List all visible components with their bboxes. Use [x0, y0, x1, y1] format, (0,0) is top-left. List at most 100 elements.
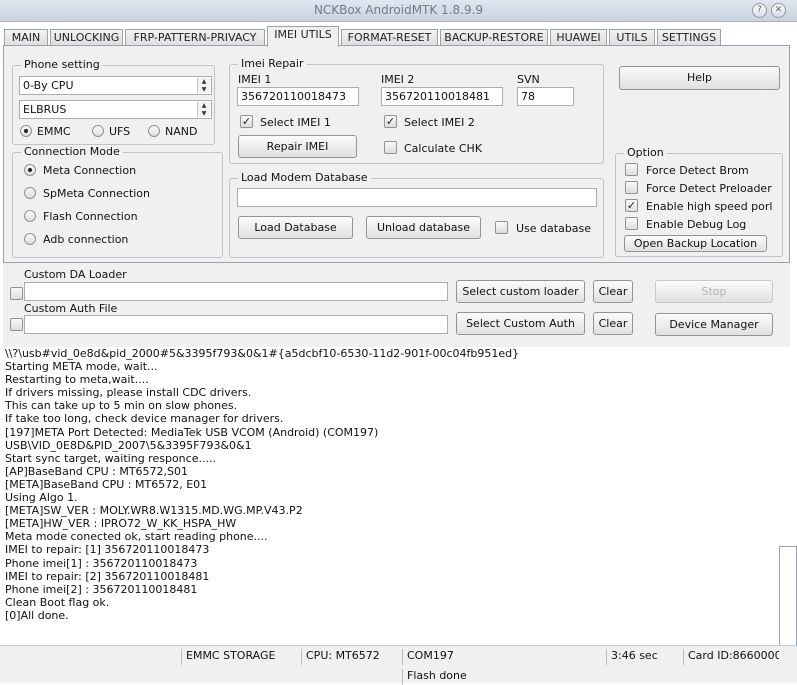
enable-high-speed-port-label: Enable high speed porl [646, 200, 773, 213]
connection-mode-group: Connection Mode Meta Connection SpMeta C… [12, 145, 223, 258]
storage-ufs-radio[interactable] [92, 125, 104, 137]
log-line: Restarting to meta,wait.... [5, 373, 149, 387]
log-line: [META]SW_VER : MOLY.WR8.W1315.MD.WG.MP.V… [5, 504, 303, 518]
tab-format-reset[interactable]: FORMAT-RESET [341, 29, 438, 46]
log-line: If drivers missing, please install CDC d… [5, 386, 252, 400]
select-imei2-checkbox[interactable]: ✓ [384, 115, 397, 128]
enable-debug-log-label: Enable Debug Log [646, 218, 747, 231]
model-select[interactable]: ELBRUS ▲ ▼ [19, 100, 212, 119]
tab-backup-restore[interactable]: BACKUP-RESTORE [440, 29, 548, 46]
device-manager-button[interactable]: Device Manager [655, 313, 773, 336]
load-database-button[interactable]: Load Database [238, 216, 353, 239]
log-line: [0]All done. [5, 608, 69, 622]
tab-bar: MAIN UNLOCKING FRP-PATTERN-PRIVACY IMEI … [0, 25, 797, 47]
select-custom-auth-button[interactable]: Select Custom Auth [456, 312, 585, 335]
force-detect-brom-label: Force Detect Brom [646, 164, 749, 177]
modem-db-group: Load Modem Database Load Database Unload… [229, 171, 604, 258]
custom-auth-checkbox[interactable] [10, 318, 23, 331]
phone-setting-title: Phone setting [21, 58, 103, 71]
status-port: COM197 [402, 649, 604, 665]
tab-huawei[interactable]: HUAWEI [550, 29, 607, 46]
log-line: Starting META mode, wait... [5, 360, 158, 374]
tab-main[interactable]: MAIN [4, 29, 48, 46]
spmeta-connection-radio[interactable] [24, 187, 36, 199]
tab-imei-utils[interactable]: IMEI UTILS [267, 26, 339, 47]
clear-custom-auth-button[interactable]: Clear [593, 312, 633, 335]
flash-connection-label: Flash Connection [43, 210, 138, 223]
select-imei1-checkbox[interactable]: ✓ [240, 115, 253, 128]
unload-database-button[interactable]: Unload database [366, 216, 481, 239]
tab-settings[interactable]: SETTINGS [657, 29, 721, 46]
connection-mode-title: Connection Mode [21, 145, 123, 158]
storage-emmc-label: EMMC [37, 125, 71, 138]
model-select-value: ELBRUS [23, 103, 67, 116]
use-database-checkbox[interactable] [495, 221, 508, 234]
meta-connection-radio[interactable] [24, 164, 36, 176]
tab-frp-pattern-privacy[interactable]: FRP-PATTERN-PRIVACY [125, 29, 265, 46]
imei2-input[interactable]: 356720110018481 [381, 87, 503, 106]
imei-repair-title: Imei Repair [238, 57, 307, 70]
select-imei2-label: Select IMEI 2 [404, 116, 475, 129]
custom-da-input[interactable] [24, 282, 448, 301]
calculate-chk-checkbox[interactable] [384, 141, 397, 154]
log-line: Phone imei[1] : 356720110018473 [5, 556, 198, 570]
select-custom-loader-button[interactable]: Select custom loader [456, 280, 585, 303]
phone-setting-group: Phone setting 0-By CPU ▲ ▼ ELBRUS ▲ ▼ EMMC… [12, 58, 215, 145]
log-line: If take too long, check device manager f… [5, 412, 284, 426]
help-icon[interactable]: ? [752, 3, 767, 18]
close-icon[interactable]: ✕ [771, 3, 786, 18]
imei-utils-panel: Phone setting 0-By CPU ▲ ▼ ELBRUS ▲ ▼ EMMC… [3, 45, 790, 263]
window-title: NCKBox AndroidMTK 1.8.9.9 [313, 3, 484, 17]
meta-connection-label: Meta Connection [43, 164, 137, 177]
flash-connection-radio[interactable] [24, 210, 36, 222]
log-line: Using Algo 1. [5, 491, 78, 505]
log-line: Clean Boot flag ok. [5, 595, 110, 609]
storage-nand-label: NAND [165, 125, 198, 138]
title-bar: NCKBox AndroidMTK 1.8.9.9 ? ✕ [0, 0, 797, 22]
storage-nand-radio[interactable] [148, 125, 160, 137]
force-detect-preloader-label: Force Detect Preloader [646, 182, 772, 195]
cpu-select[interactable]: 0-By CPU ▲ ▼ [19, 76, 212, 95]
stop-button[interactable]: Stop [655, 280, 773, 303]
log-line: [META]HW_VER : IPRO72_W_KK_HSPA_HW [5, 517, 237, 531]
custom-loader-area: Custom DA Loader Select custom loader Cl… [3, 263, 790, 347]
adb-connection-radio[interactable] [24, 233, 36, 245]
cpu-select-value: 0-By CPU [23, 79, 74, 92]
log-line: Start sync target, waiting responce..... [5, 451, 216, 465]
tab-utils[interactable]: UTILS [609, 29, 655, 46]
status-bar: EMMC STORAGE CPU: MT6572 COM197 3:46 sec… [0, 645, 797, 685]
imei2-label: IMEI 2 [381, 73, 415, 86]
calculate-chk-label: Calculate CHK [404, 142, 483, 155]
log-line: IMEI to repair: [2] 356720110018481 [5, 569, 210, 583]
force-detect-brom-checkbox[interactable] [625, 163, 638, 176]
custom-da-label: Custom DA Loader [24, 268, 127, 281]
option-group: Option Force Detect Brom Force Detect Pr… [615, 146, 783, 257]
spin-arrows-icon[interactable]: ▲ ▼ [197, 102, 210, 117]
modem-db-path-input[interactable] [237, 188, 597, 207]
clear-custom-da-button[interactable]: Clear [593, 280, 633, 303]
log-line: Meta mode conected ok, start reading pho… [5, 530, 268, 544]
log-line: USB\VID_0E8D&PID_2007\5&3395F793&0&1 [5, 438, 252, 452]
imei-repair-group: Imei Repair IMEI 1 356720110018473 IMEI … [229, 57, 604, 164]
custom-da-checkbox[interactable] [10, 287, 23, 300]
custom-auth-input[interactable] [24, 315, 448, 334]
open-backup-location-button[interactable]: Open Backup Location [624, 235, 767, 252]
log-line: Phone imei[2] : 356720110018481 [5, 582, 198, 596]
imei1-input[interactable]: 356720110018473 [237, 87, 359, 106]
spin-arrows-icon[interactable]: ▲ ▼ [197, 78, 210, 93]
log-line: [META]BaseBand CPU : MT6572, E01 [5, 477, 208, 491]
use-database-label: Use database [516, 222, 592, 235]
custom-auth-label: Custom Auth File [24, 302, 118, 315]
force-detect-preloader-checkbox[interactable] [625, 181, 638, 194]
tab-unlocking[interactable]: UNLOCKING [50, 29, 123, 46]
adb-connection-label: Adb connection [43, 233, 129, 246]
storage-emmc-radio[interactable] [20, 125, 32, 137]
enable-high-speed-port-checkbox[interactable]: ✓ [625, 199, 638, 212]
enable-debug-log-checkbox[interactable] [625, 217, 638, 230]
svn-input[interactable]: 78 [517, 87, 574, 106]
repair-imei-button[interactable]: Repair IMEI [238, 135, 357, 158]
log-output[interactable]: \\?\usb#vid_0e8d&pid_2000#5&3395f793&0&1… [3, 347, 790, 643]
status-storage: EMMC STORAGE [181, 649, 299, 665]
modem-db-title: Load Modem Database [238, 171, 371, 184]
help-button[interactable]: Help [619, 66, 780, 90]
